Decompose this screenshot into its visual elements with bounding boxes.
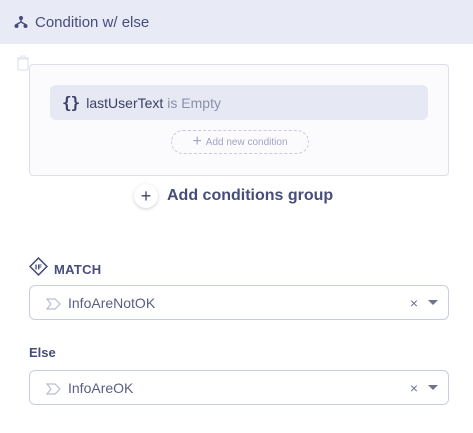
- add-condition-button[interactable]: + Add new condition: [171, 130, 309, 154]
- trash-icon[interactable]: [16, 55, 30, 71]
- node-title: Condition w/ else: [35, 13, 150, 31]
- svg-text:IF: IF: [35, 264, 43, 272]
- braces-icon: {}: [62, 93, 80, 112]
- add-conditions-group-button[interactable]: + Add conditions group: [134, 183, 333, 209]
- chevron-tag-icon: [45, 297, 62, 310]
- condition-row[interactable]: {} lastUserText is Empty: [50, 85, 428, 120]
- add-group-label: Add conditions group: [167, 187, 334, 204]
- clear-icon[interactable]: ×: [410, 380, 418, 396]
- caret-down-icon[interactable]: [428, 385, 438, 390]
- match-value: InfoAreNotOK: [68, 294, 156, 311]
- chevron-tag-icon: [45, 382, 62, 395]
- else-value: InfoAreOK: [68, 379, 134, 396]
- match-select[interactable]: InfoAreNotOK ×: [29, 285, 449, 320]
- caret-down-icon[interactable]: [428, 300, 438, 305]
- add-condition-label: Add new condition: [205, 136, 288, 148]
- else-select[interactable]: InfoAreOK ×: [29, 370, 449, 405]
- if-icon: IF: [28, 256, 49, 281]
- plus-icon: +: [192, 133, 202, 150]
- conditions-group: {} lastUserText is Empty + Add new condi…: [29, 64, 449, 176]
- plus-icon: +: [134, 184, 158, 208]
- match-heading: IF MATCH: [28, 256, 102, 281]
- split-icon: [14, 15, 28, 29]
- else-label: Else: [29, 345, 56, 360]
- condition-variable: lastUserText: [86, 94, 164, 111]
- clear-icon[interactable]: ×: [410, 295, 418, 311]
- condition-operator: is Empty: [167, 94, 221, 111]
- node-header: Condition w/ else: [0, 0, 473, 44]
- match-label: MATCH: [54, 261, 102, 277]
